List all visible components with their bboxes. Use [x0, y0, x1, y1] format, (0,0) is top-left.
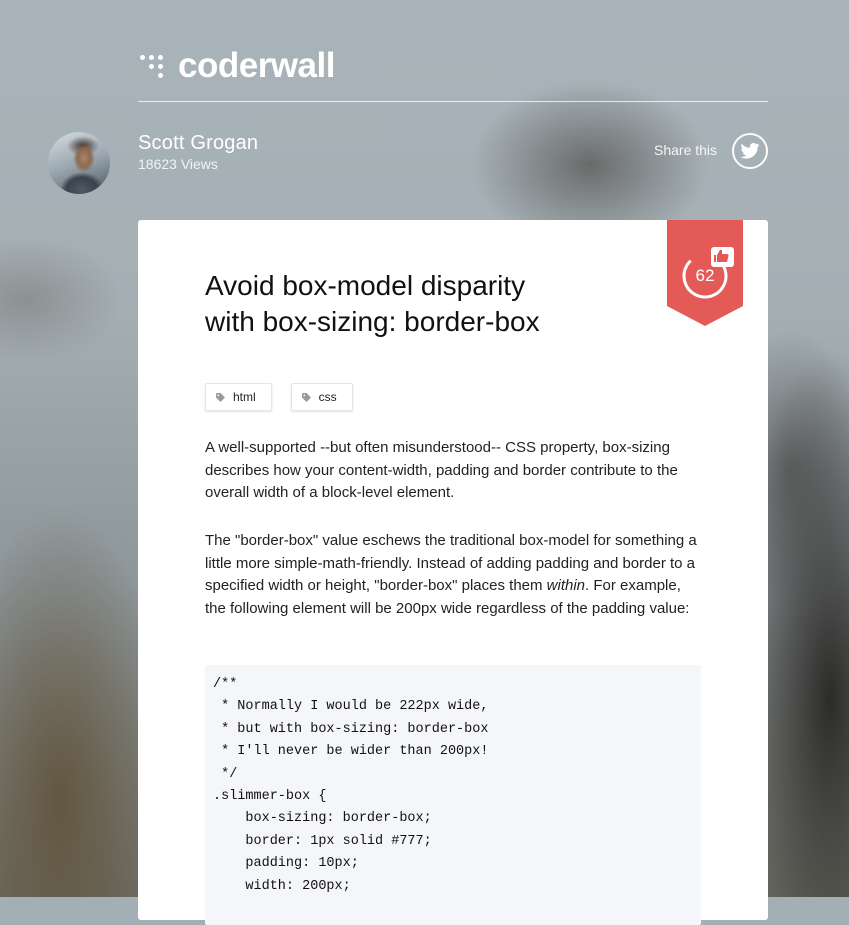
code-line: padding: 10px;	[213, 856, 359, 872]
upvote-count: 62	[695, 266, 715, 285]
logo-dots-icon	[138, 51, 170, 81]
code-line: .slimmer-box {	[213, 789, 327, 805]
code-line: * Normally I would be 222px wide,	[213, 699, 489, 715]
border-box-paragraph: The "border-box" value eschews the tradi…	[205, 530, 700, 620]
coderwall-logo[interactable]: coderwall	[138, 48, 335, 84]
tag-label: css	[318, 390, 337, 404]
tag-html[interactable]: html	[205, 383, 272, 411]
tag-label: html	[233, 390, 256, 404]
code-line: /**	[213, 677, 238, 692]
intro-paragraph: A well-supported --but often misundersto…	[205, 439, 678, 501]
protip-title-line1: Avoid box-model disparity	[205, 270, 526, 301]
twitter-icon	[740, 143, 760, 159]
logo-text: coderwall	[178, 46, 335, 85]
header-divider	[138, 101, 768, 102]
code-line: width: 200px;	[213, 878, 351, 894]
twitter-share-button[interactable]	[732, 133, 768, 169]
share-label: Share this	[654, 142, 718, 158]
code-line: * I'll never be wider than 200px!	[213, 744, 489, 760]
code-block[interactable]: /** * Normally I would be 222px wide, * …	[205, 665, 701, 925]
tag-icon	[216, 392, 225, 402]
code-line: */	[213, 766, 238, 782]
code-line: * but with box-sizing: border-box	[213, 721, 489, 737]
tag-list: html css	[205, 383, 372, 411]
author-avatar[interactable]	[48, 132, 110, 194]
protip-card: Avoid box-model disparity with box-sizing…	[138, 220, 768, 925]
upvote-badge[interactable]: 62	[667, 220, 743, 326]
tag-icon	[301, 392, 311, 402]
emphasis-within: within	[546, 577, 586, 594]
protip-title-line2: with box-sizing: border-box	[205, 306, 540, 337]
code-line: border: 1px solid #777;	[213, 833, 432, 849]
author-views-count: 18623 Views	[138, 156, 218, 172]
tag-css[interactable]: css	[290, 383, 353, 411]
code-line: box-sizing: border-box;	[213, 811, 432, 827]
protip-title: Avoid box-model disparity with box-sizing…	[205, 268, 635, 340]
author-name[interactable]: Scott Grogan	[138, 132, 258, 155]
